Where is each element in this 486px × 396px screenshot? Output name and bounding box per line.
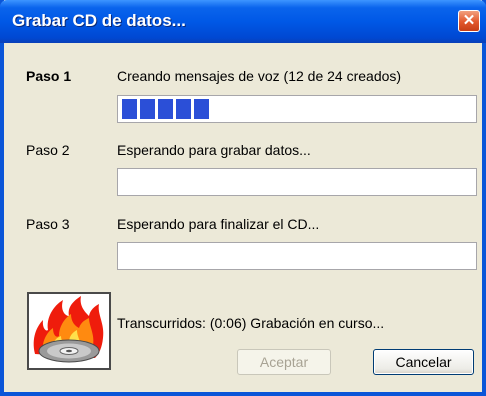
- step-3-label: Paso 3: [26, 216, 70, 232]
- status-text: Transcurridos: (0:06) Grabación en curso…: [117, 315, 385, 331]
- burning-cd-icon: [27, 292, 111, 370]
- progress-segment: [140, 99, 155, 119]
- progress-segment: [176, 99, 191, 119]
- step-2-label: Paso 2: [26, 142, 70, 158]
- step-1-label: Paso 1: [26, 68, 72, 84]
- step-1-text: Creando mensajes de voz (12 de 24 creado…: [117, 68, 402, 84]
- step-2-text: Esperando para grabar datos...: [117, 142, 311, 158]
- progress-segment: [122, 99, 137, 119]
- step-1-progress-bar: [117, 95, 477, 123]
- progress-segment: [194, 99, 209, 119]
- dialog-window: Grabar CD de datos... ✕ Paso 1 Creando m…: [0, 0, 486, 396]
- close-button[interactable]: ✕: [458, 10, 480, 32]
- window-title: Grabar CD de datos...: [12, 11, 186, 30]
- close-icon: ✕: [462, 12, 476, 29]
- step-3-text: Esperando para finalizar el CD...: [117, 216, 320, 232]
- cancel-button[interactable]: Cancelar: [373, 349, 474, 375]
- title-bar[interactable]: Grabar CD de datos... ✕: [0, 0, 486, 43]
- step-3-progress-bar: [117, 242, 477, 270]
- step-1-progress-fill: [122, 99, 212, 119]
- step-2-progress-bar: [117, 168, 477, 196]
- progress-segment: [158, 99, 173, 119]
- accept-button[interactable]: Aceptar: [237, 349, 331, 375]
